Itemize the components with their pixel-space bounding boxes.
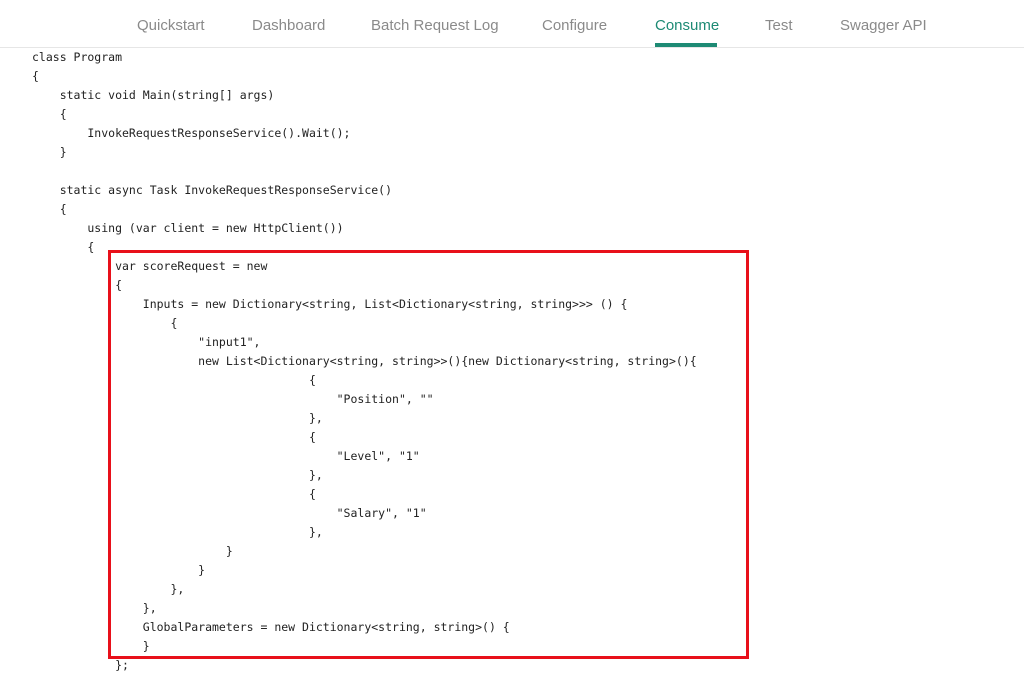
code-line: {: [32, 278, 123, 292]
code-line: {: [32, 240, 95, 254]
tab-consume[interactable]: Consume: [655, 17, 719, 34]
code-line: static async Task InvokeRequestResponseS…: [32, 183, 393, 197]
code-line: Inputs = new Dictionary<string, List<Dic…: [32, 297, 628, 311]
code-line: class Program: [32, 50, 123, 64]
tab-test[interactable]: Test: [765, 17, 793, 34]
code-line: InvokeRequestResponseService().Wait();: [32, 126, 351, 140]
tab-swagger-api[interactable]: Swagger API: [840, 17, 927, 34]
code-line: }: [32, 639, 150, 653]
code-line: {: [32, 107, 67, 121]
code-line: {: [32, 430, 316, 444]
code-line: "Salary", "1": [32, 506, 427, 520]
tab-quickstart[interactable]: Quickstart: [137, 17, 205, 34]
code-line: using (var client = new HttpClient()): [32, 221, 344, 235]
code-line: {: [32, 373, 316, 387]
code-line: static void Main(string[] args): [32, 88, 275, 102]
code-sample: class Program { static void Main(string[…: [0, 48, 1024, 677]
code-line: {: [32, 316, 178, 330]
tab-batch-request-log[interactable]: Batch Request Log: [371, 17, 499, 34]
code-line: "input1",: [32, 335, 261, 349]
code-line: {: [32, 487, 316, 501]
code-line: },: [32, 601, 157, 615]
code-line: {: [32, 69, 39, 83]
code-line: var scoreRequest = new: [32, 259, 268, 273]
code-line: }: [32, 563, 206, 577]
code-line: },: [32, 468, 323, 482]
code-line: },: [32, 582, 185, 596]
tab-configure[interactable]: Configure: [542, 17, 607, 34]
code-line: };: [32, 658, 129, 672]
code-line: }: [32, 544, 233, 558]
code-line: {: [32, 202, 67, 216]
code-line: },: [32, 411, 323, 425]
tab-bar: Quickstart Dashboard Batch Request Log C…: [0, 0, 1024, 48]
tab-dashboard[interactable]: Dashboard: [252, 17, 325, 34]
code-line: GlobalParameters = new Dictionary<string…: [32, 620, 510, 634]
active-tab-indicator: [655, 43, 717, 47]
code-line: "Level", "1": [32, 449, 420, 463]
code-line: },: [32, 525, 323, 539]
code-line: "Position", "": [32, 392, 434, 406]
code-line: new List<Dictionary<string, string>>(){n…: [32, 354, 697, 368]
code-line: }: [32, 145, 67, 159]
